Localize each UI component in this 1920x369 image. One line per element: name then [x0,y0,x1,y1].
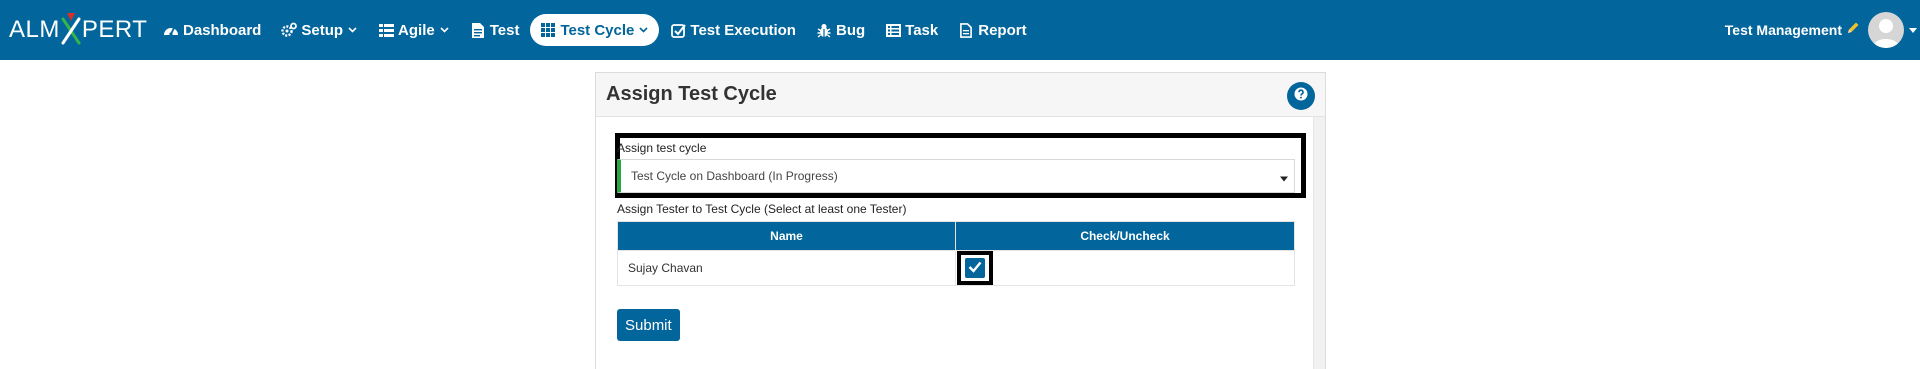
nav-item-agile[interactable]: Agile [369,14,459,46]
top-navbar: ALM PERT Dashboard Setup Agile Test Test… [0,0,1920,60]
cycle-field-label: Assign test cycle [617,141,707,155]
nav-item-setup[interactable]: Setup [272,14,367,46]
tester-checkbox[interactable] [965,258,985,278]
avatar[interactable] [1868,12,1904,48]
nav-label: Agile [398,21,435,39]
panel-scrollbar[interactable] [1313,117,1325,369]
nav-label: Test [489,21,520,39]
user-label: Test Management [1724,22,1842,38]
cogs-icon [281,22,298,38]
dropdown-arrow-icon [1280,172,1288,182]
highlight-frame [957,251,993,285]
nav-label: Test Cycle [560,21,635,39]
nav-label: Dashboard [183,21,262,39]
tester-section-label: Assign Tester to Test Cycle (Select at l… [617,202,907,216]
brand-logo[interactable]: ALM PERT [9,10,147,50]
user-menu[interactable]: Test Management [1725,10,1920,50]
nav-label: Report [978,21,1027,39]
nav-label: Test Execution [690,21,796,39]
nav-item-test-execution[interactable]: Test Execution [661,14,805,46]
table-row: Sujay Chavan [617,250,1295,286]
select-value: Test Cycle on Dashboard (In Progress) [631,169,838,183]
nav-item-dashboard[interactable]: Dashboard [154,14,270,46]
list-icon [378,22,394,38]
tasks-icon [885,22,901,38]
pencil-icon[interactable] [1846,21,1860,40]
check-square-icon [670,22,686,38]
main-nav: Dashboard Setup Agile Test Test Cycle Te… [154,14,1038,46]
brand-x-icon [61,13,81,47]
nav-label: Setup [301,21,344,39]
tester-name: Sujay Chavan [617,250,956,286]
nav-item-test-cycle[interactable]: Test Cycle [530,14,660,46]
chevron-down-icon [348,25,358,35]
submit-button[interactable]: Submit [617,309,680,341]
file-icon [470,22,486,38]
panel-header: Assign Test Cycle [596,73,1325,117]
check-cell [955,250,1295,286]
bug-icon [816,22,832,38]
question-icon [1294,87,1308,106]
tester-table: Name Check/Uncheck Sujay Chavan [617,221,1295,286]
test-cycle-select[interactable]: Test Cycle on Dashboard (In Progress) [617,159,1295,193]
nav-item-report[interactable]: Report [949,14,1035,46]
help-button[interactable] [1287,82,1315,110]
brand-suffix: PERT [81,16,148,43]
assign-test-cycle-panel: Assign Test Cycle Assign test cycle Test… [595,72,1326,369]
nav-item-test[interactable]: Test [461,14,529,46]
chevron-down-icon [639,25,649,35]
page-title: Assign Test Cycle [606,83,777,105]
column-header-check: Check/Uncheck [955,221,1295,251]
column-header-name: Name [617,221,956,251]
grid-icon [540,22,556,38]
nav-item-task[interactable]: Task [876,14,947,46]
chevron-down-icon [440,25,450,35]
brand-prefix: ALM [9,16,60,43]
checkmark-icon [968,261,982,276]
nav-label: Bug [835,21,866,39]
nav-label: Task [905,21,939,39]
dashboard-icon [163,22,179,38]
report-icon [958,22,974,38]
chevron-down-icon[interactable] [1906,27,1920,33]
nav-item-bug[interactable]: Bug [807,14,874,46]
